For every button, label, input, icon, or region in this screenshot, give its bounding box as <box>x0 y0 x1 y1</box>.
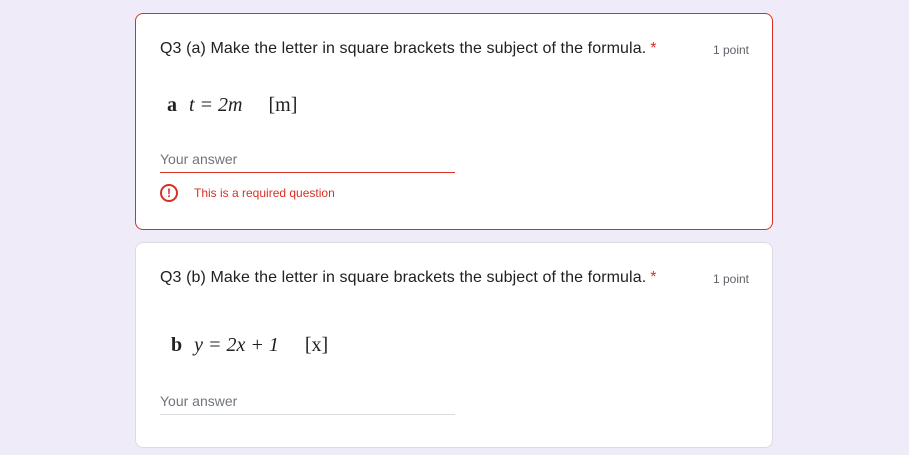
formula-equation: y = 2x + 1 <box>194 334 279 356</box>
formula-bracket: [x] <box>304 334 329 356</box>
answer-input[interactable]: Your answer <box>160 151 455 173</box>
question-title: Q3 (b) Make the letter in square bracket… <box>160 269 657 286</box>
formula-bracket: [m] <box>268 94 298 116</box>
points-label: 1 point <box>712 43 749 57</box>
required-asterisk: * <box>650 269 657 286</box>
question-card-q3b: Q3 (b) Make the letter in square bracket… <box>135 242 773 448</box>
question-card-q3a: Q3 (a) Make the letter in square bracket… <box>135 13 773 230</box>
required-asterisk: * <box>650 40 657 57</box>
formula-image: a t = 2m [m] <box>167 94 297 117</box>
formula-label: b <box>171 334 183 356</box>
answer-input[interactable]: Your answer <box>160 393 455 415</box>
formula-label: a <box>167 94 177 116</box>
error-circle-icon: ! <box>160 184 178 202</box>
formula-equation: t = 2m <box>189 94 243 116</box>
points-label: 1 point <box>712 272 749 286</box>
question-title: Q3 (a) Make the letter in square bracket… <box>160 40 657 57</box>
error-message: This is a required question <box>194 186 335 200</box>
error-message-row: ! This is a required question <box>160 182 335 204</box>
formula-image: b y = 2x + 1 [x] <box>171 334 328 357</box>
